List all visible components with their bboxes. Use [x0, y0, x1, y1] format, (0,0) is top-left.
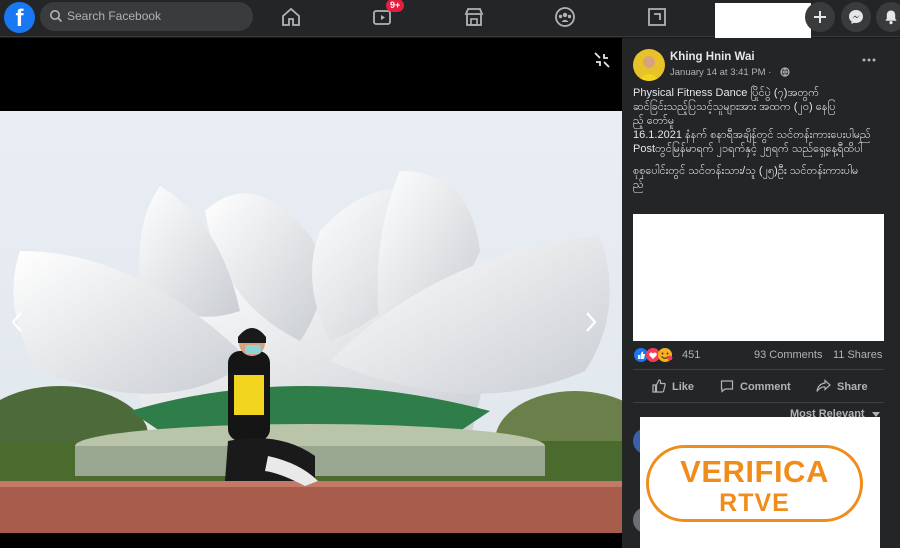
more-options-icon[interactable] — [862, 57, 876, 63]
divider — [633, 402, 884, 403]
divider — [633, 369, 884, 370]
verifica-rtve-watermark: VERIFICA RTVE — [640, 417, 880, 548]
share-button[interactable]: Share — [816, 376, 886, 398]
post-paragraph: Physical Fitness Dance ပြိုင်ပွဲ (၇)အတွက… — [633, 86, 895, 156]
facebook-logo[interactable]: f — [4, 2, 35, 33]
post-line: ဆင်ခြင်းသည့်ပြသင့်သူများအား အထက (၂၀) နေပ… — [633, 101, 836, 113]
author-avatar[interactable] — [633, 49, 665, 81]
bell-icon — [885, 10, 897, 25]
post-paragraph: စုစုပေါင်းတွင် သင်တန်းသား/သူ (၂၅)ဦး သင်တ… — [633, 164, 895, 192]
comment-label: Comment — [740, 381, 791, 393]
create-button[interactable] — [805, 2, 835, 32]
watermark-line1: VERIFICA — [680, 454, 829, 489]
post-line: ည် — [633, 179, 644, 191]
messenger-icon — [849, 10, 863, 24]
post-line: Physical Fitness Dance ပြိုင်ပွဲ (၇)အတွက… — [633, 87, 820, 99]
post-text: Physical Fitness Dance ပြိုင်ပွဲ (၇)အတွက… — [633, 86, 895, 200]
post-line: 16.1.2021 နံနက် စနာရီအချိန်တွင် သင်တန်းက… — [633, 129, 871, 141]
messenger-button[interactable] — [841, 2, 871, 32]
post-line: Postတွင်မြန်မာရက် ၂၁ရက်နှင့် ၂၅ရက် သည်ရှ… — [633, 143, 863, 155]
gaming-icon[interactable] — [645, 5, 669, 29]
reaction-icons — [634, 348, 673, 362]
collapse-icon[interactable] — [594, 52, 610, 68]
comments-count[interactable]: 93 Comments — [754, 349, 822, 361]
post-date[interactable]: January 14 at 3:41 PM · — [670, 67, 771, 78]
redaction-box — [633, 214, 884, 341]
previous-photo-icon[interactable] — [8, 310, 26, 334]
groups-icon[interactable] — [553, 5, 577, 29]
post-photo[interactable] — [0, 111, 622, 533]
shares-count[interactable]: 11 Shares — [833, 349, 882, 361]
search-bar[interactable] — [40, 2, 253, 31]
home-icon[interactable] — [279, 5, 303, 29]
watermark-logo: VERIFICA RTVE — [646, 445, 863, 522]
comment-icon — [720, 380, 734, 393]
next-photo-icon[interactable] — [582, 310, 600, 334]
thumbs-up-icon — [652, 379, 666, 393]
search-input[interactable] — [67, 7, 247, 25]
redaction-box — [715, 3, 811, 41]
marketplace-icon[interactable] — [462, 5, 486, 29]
reactions-summary[interactable]: 451 93 Comments 11 Shares — [633, 346, 887, 364]
globe-icon — [780, 67, 790, 77]
post-line: စုစုပေါင်းတွင် သင်တန်းသား/သူ (၂၅)ဦး သင်တ… — [633, 165, 859, 177]
post-author[interactable]: Khing Hnin Wai — [670, 51, 755, 63]
post-line: ည့် တော်မူ — [633, 115, 675, 127]
like-label: Like — [672, 381, 695, 393]
watermark-line2: RTVE — [719, 489, 790, 517]
comment-button[interactable]: Comment — [720, 376, 810, 398]
share-label: Share — [837, 381, 868, 393]
photo-viewer — [0, 38, 622, 548]
notifications-button[interactable] — [876, 2, 900, 32]
watch-badge: 9+ — [386, 0, 405, 12]
share-icon — [816, 379, 831, 392]
plus-icon — [814, 11, 826, 23]
reaction-count: 451 — [682, 349, 701, 361]
like-button[interactable]: Like — [652, 376, 722, 398]
top-navigation-bar: f 9+ — [0, 0, 900, 41]
search-icon — [50, 10, 63, 23]
